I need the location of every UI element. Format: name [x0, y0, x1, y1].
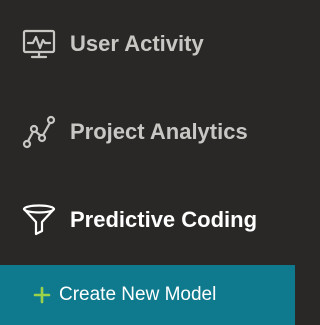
create-new-model-label: Create New Model: [59, 284, 217, 305]
nav-item-label: Project Analytics: [70, 119, 248, 144]
funnel-icon: [20, 201, 58, 239]
create-new-model-button[interactable]: Create New Model: [0, 265, 295, 325]
nav-item-label: User Activity: [70, 31, 204, 56]
nav-item-label: Predictive Coding: [70, 207, 258, 232]
plus-icon: [33, 286, 51, 304]
nav-item-user-activity[interactable]: User Activity: [0, 14, 295, 74]
sidebar: User Activity Project Analytics Predicti…: [0, 0, 295, 325]
nav-item-project-analytics[interactable]: Project Analytics: [0, 102, 295, 162]
monitor-activity-icon: [20, 25, 58, 63]
nav-item-predictive-coding[interactable]: Predictive Coding: [0, 190, 295, 250]
graph-nodes-icon: [20, 113, 58, 151]
